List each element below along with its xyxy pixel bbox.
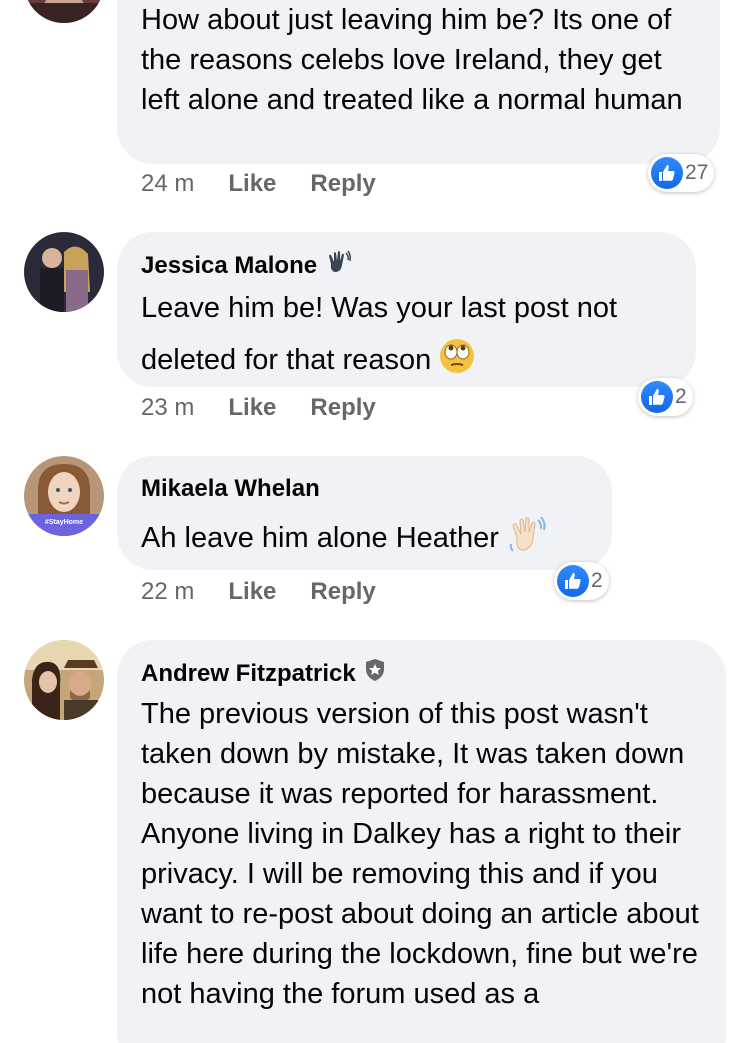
avatar[interactable] [24, 640, 104, 720]
comment-text: The previous version of this post wasn't… [141, 698, 699, 1010]
reaction-count-badge[interactable]: 2 [638, 378, 693, 416]
like-button[interactable]: Like [228, 577, 276, 607]
comment-meta: 24 m Like Reply [141, 169, 376, 199]
comment-meta: 22 m Like Reply [141, 577, 376, 607]
waving-hand-icon [325, 250, 352, 282]
comment-timestamp[interactable]: 23 m [141, 393, 194, 423]
comment-timestamp[interactable]: 22 m [141, 577, 194, 607]
waving-hand-emoji [507, 514, 549, 565]
comment-timestamp[interactable]: 24 m [141, 169, 194, 199]
reaction-count-badge[interactable]: 27 [648, 154, 715, 192]
admin-shield-icon [364, 658, 386, 690]
like-reaction-icon [651, 157, 683, 189]
like-reaction-icon [641, 381, 673, 413]
author-name[interactable]: Mikaela Whelan [141, 474, 320, 504]
author-name[interactable]: Jessica Malone [141, 251, 317, 281]
reaction-count: 27 [685, 161, 709, 184]
comment-text: Ah leave him alone Heather [141, 514, 588, 565]
like-button[interactable]: Like [228, 169, 276, 199]
comment-text: Leave him be! Was your last post not del… [141, 288, 672, 385]
comment-author[interactable]: Jessica Malone [141, 250, 672, 282]
author-name[interactable]: Andrew Fitzpatrick [141, 659, 356, 689]
reaction-count: 2 [591, 569, 603, 592]
avatar-badge-text: #StayHome [45, 519, 83, 526]
comment-author[interactable]: Mikaela Whelan [141, 474, 588, 504]
comments-thread: How about just leaving him be? Its one o… [0, 0, 750, 1043]
comment-bubble: Mikaela Whelan Ah leave him alone Heathe… [117, 456, 612, 570]
avatar[interactable]: #StayHome [24, 456, 104, 536]
comment-text-line: deleted for that reason [141, 338, 672, 385]
like-button[interactable]: Like [228, 393, 276, 423]
comment-author[interactable]: Andrew Fitzpatrick [141, 658, 702, 690]
eye-roll-emoji [439, 338, 475, 385]
reply-button[interactable]: Reply [310, 393, 375, 423]
reaction-count-badge[interactable]: 2 [554, 562, 609, 600]
reply-button[interactable]: Reply [310, 577, 375, 607]
like-reaction-icon [557, 565, 589, 597]
comment-text: How about just leaving him be? Its one o… [141, 4, 683, 116]
reaction-count: 2 [675, 385, 687, 408]
comment-meta: 23 m Like Reply [141, 393, 376, 423]
comment-bubble: Jessica Malone Leave him be! Was your la… [117, 232, 696, 387]
comment-text-fragment: Ah leave him alone Heather [141, 522, 499, 555]
avatar[interactable] [24, 0, 104, 23]
comment-text-fragment: deleted for that reason [141, 344, 432, 377]
comment-bubble: How about just leaving him be? Its one o… [117, 0, 720, 164]
avatar[interactable] [24, 232, 104, 312]
reply-button[interactable]: Reply [310, 169, 375, 199]
comment-text-line: Leave him be! Was your last post not [141, 292, 618, 324]
comment-bubble: Andrew Fitzpatrick The previous version … [117, 640, 726, 1043]
